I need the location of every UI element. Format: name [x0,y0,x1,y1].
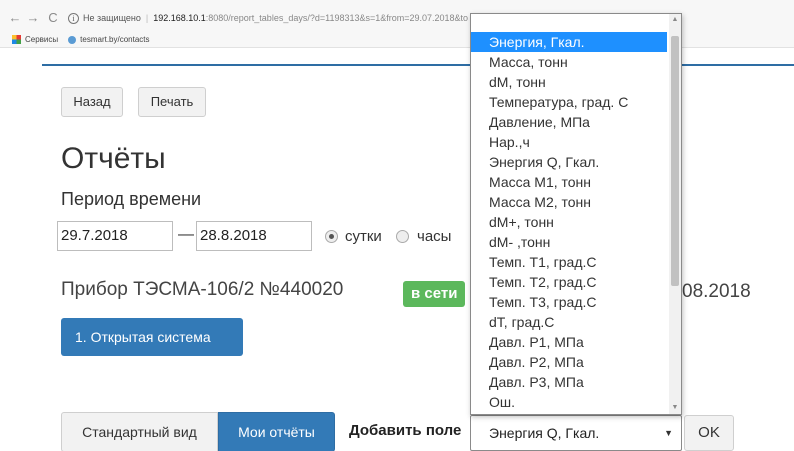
device-title: Прибор ТЭСМА-106/2 №440020 [61,279,344,300]
dropdown-option[interactable]: Масса М1, тонн [471,172,667,192]
back-arrow-icon[interactable]: ← [8,10,22,25]
dropdown-option[interactable]: Темп. Т3, град.С [471,292,667,312]
dropdown-scrollbar[interactable]: ▲ ▼ [669,14,681,414]
site-favicon-icon [68,35,77,44]
chevron-down-icon: ▼ [664,428,673,438]
ok-button[interactable]: OK [684,415,734,451]
dropdown-option[interactable]: dM+, тонн [471,212,667,232]
info-icon[interactable]: i [68,13,79,25]
dropdown-option[interactable]: Ош. [471,392,667,412]
dropdown-option[interactable]: Давл. Р2, МПа [471,352,667,372]
address-bar[interactable]: i Не защищено | 192.168.10.1:8080/report_ta… [68,8,478,28]
dropdown-option[interactable]: Давление, МПа [471,112,667,132]
open-system-button[interactable]: 1. Открытая система [61,318,243,356]
dropdown-option[interactable]: Темп. Т1, град.С [471,252,667,272]
dropdown-option[interactable]: Температура, град. С [471,92,667,112]
status-badge: в сети [403,281,466,307]
scroll-down-icon[interactable]: ▼ [669,402,681,414]
hours-radio-label[interactable]: часы [417,228,451,245]
select-value: Энергия Q, Гкал. [489,425,600,441]
address-separator: | [145,13,149,23]
dropdown-option[interactable]: Давл. Р3, МПа [471,372,667,392]
dropdown-option[interactable]: dM- ,тонн [471,232,667,252]
add-field-dropdown[interactable]: Энергия, Гкал. Масса, тонн dM, тонн Темпера… [470,13,682,415]
scroll-up-icon[interactable]: ▲ [669,14,681,26]
dropdown-options: Энергия, Гкал. Масса, тонн dM, тонн Темпера… [471,32,667,412]
add-field-select[interactable]: Энергия Q, Гкал. ▼ [470,415,682,451]
days-radio-label[interactable]: сутки [345,228,382,245]
tab-my-reports[interactable]: Мои отчёты [218,412,335,451]
dropdown-option[interactable]: Давл. Р1, МПа [471,332,667,352]
date-to-input[interactable]: 28.8.2018 [196,221,312,251]
reload-icon[interactable]: C [46,10,60,25]
forward-arrow-icon[interactable]: → [26,10,40,25]
dropdown-option[interactable]: dM, тонн [471,72,667,92]
dropdown-option[interactable]: Масса М2, тонн [471,192,667,212]
bookmark-apps[interactable]: Сервисы [25,35,58,44]
period-label: Период времени [61,189,202,209]
bookmark-site[interactable]: tesmart.by/contacts [80,35,149,44]
page-title: Отчёты [61,142,166,175]
date-from-input[interactable]: 29.7.2018 [57,221,173,251]
dropdown-option[interactable]: dT, град.С [471,312,667,332]
days-radio[interactable] [325,230,338,243]
device-date: 08.2018 [682,281,751,302]
security-label: Не защищено [83,13,141,23]
print-button[interactable]: Печать [138,87,206,117]
back-button[interactable]: Назад [61,87,123,117]
dropdown-option[interactable]: Масса, тонн [471,52,667,72]
url-path: :8080/report_tables_days/?d=1198313&s=1&… [205,13,469,23]
scrollbar-thumb[interactable] [671,36,679,286]
date-range-dash: — [178,226,194,243]
dropdown-option[interactable]: Энергия Q, Гкал. [471,152,667,172]
add-field-label: Добавить поле [349,422,462,439]
hours-radio[interactable] [396,230,409,243]
dropdown-option[interactable]: Нар.,ч [471,132,667,152]
dropdown-option[interactable]: Энергия, Гкал. [471,32,667,52]
dropdown-option[interactable]: Темп. Т2, град.С [471,272,667,292]
bookmarks-bar: Сервисы tesmart.by/contacts [12,34,150,46]
apps-grid-icon[interactable] [12,35,21,45]
tab-standard-view[interactable]: Стандартный вид [61,412,218,451]
url-host: 192.168.10.1 [153,13,206,23]
